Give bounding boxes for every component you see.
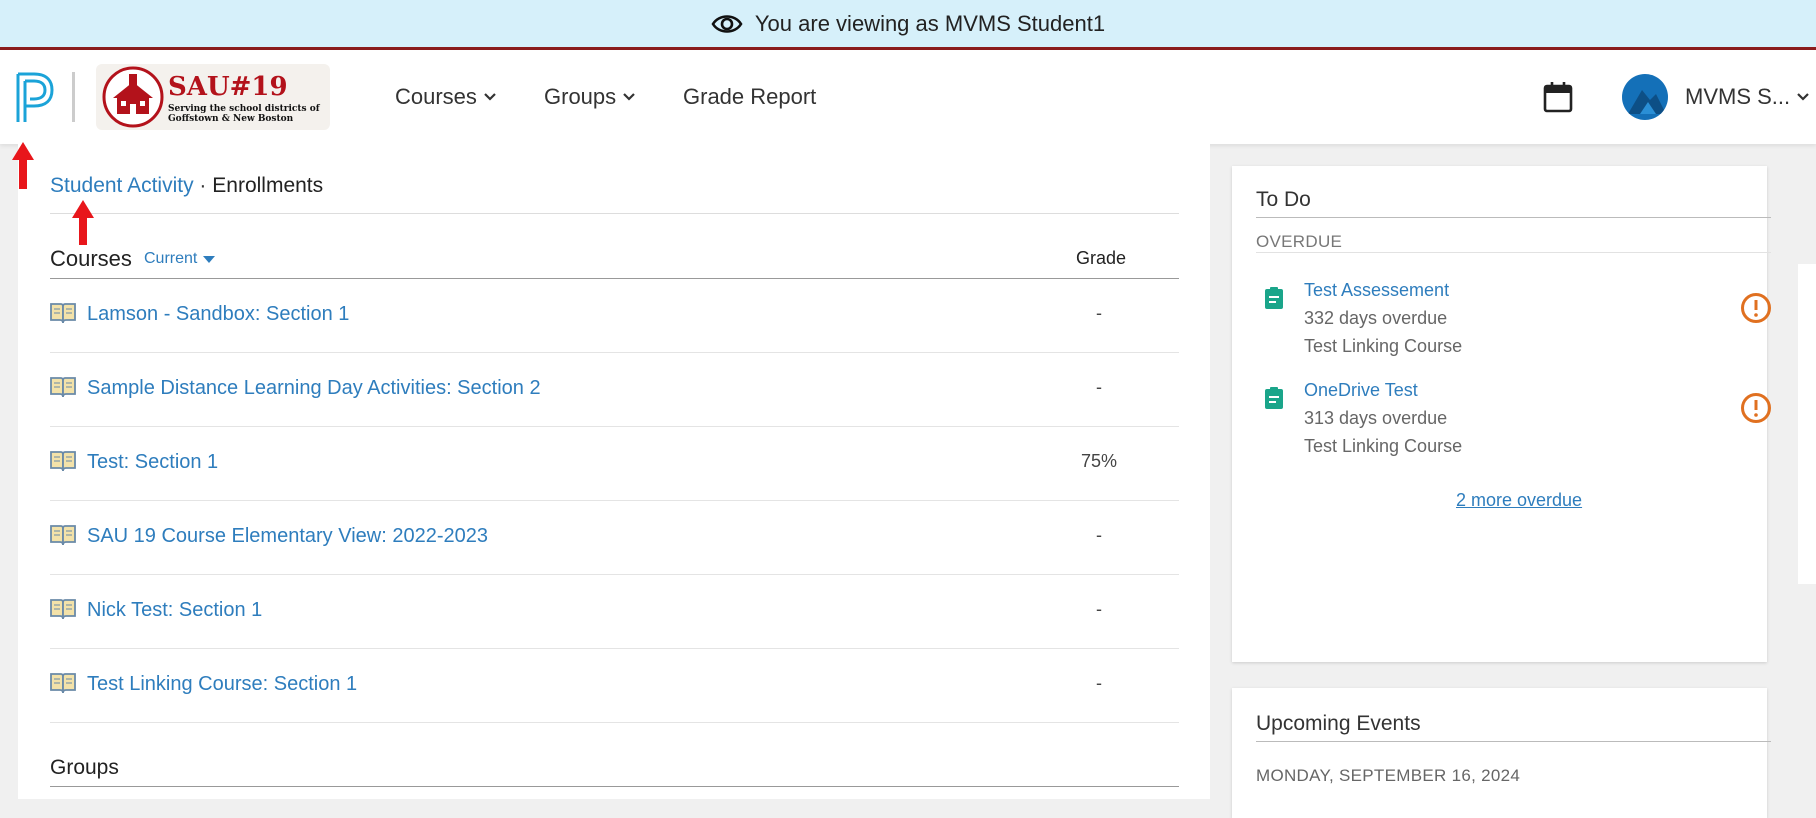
book-icon: [50, 525, 76, 546]
eye-icon: [711, 14, 743, 33]
nav-groups[interactable]: Groups: [544, 84, 636, 110]
logo-title: SAU#19: [168, 72, 288, 102]
breadcrumb-current: Enrollments: [212, 174, 324, 197]
book-icon: [50, 303, 76, 324]
chevron-down-icon: [484, 93, 496, 101]
breadcrumb-student-activity[interactable]: Student Activity: [50, 174, 194, 197]
upcoming-events-title: Upcoming Events: [1256, 712, 1421, 735]
event-date-label: MONDAY, SEPTEMBER 16, 2024: [1256, 766, 1521, 785]
schoolhouse-icon: [102, 66, 164, 128]
chevron-down-icon: [1797, 93, 1809, 101]
assignment-icon: [1265, 387, 1283, 409]
banner-text: You are viewing as MVMS Student1: [754, 10, 1106, 36]
alert-icon: [1741, 393, 1771, 423]
course-grade: -: [1096, 525, 1102, 545]
course-link[interactable]: Sample Distance Learning Day Activities:…: [87, 377, 541, 400]
avatar-image-icon: [1628, 90, 1666, 114]
top-header: SAU#19 Serving the school districts of G…: [0, 50, 1816, 144]
todo-item-due: 332 days overdue: [1304, 308, 1448, 328]
nav-courses-label: Courses: [395, 84, 477, 109]
todo-item: Test Assessement 332 days overdue Test L…: [1256, 280, 1776, 370]
breadcrumb: Student Activity · Enrollments: [50, 174, 323, 198]
course-row: Sample Distance Learning Day Activities:…: [50, 353, 1179, 427]
todo-panel: To Do OVERDUE Test Assessement 332 days …: [1232, 166, 1771, 662]
viewing-as-banner: You are viewing as MVMS Student1: [0, 0, 1816, 50]
chevron-down-icon: [623, 93, 635, 101]
todo-title: To Do: [1256, 188, 1311, 211]
user-name: MVMS S...: [1685, 84, 1791, 109]
course-row: Nick Test: Section 1 -: [50, 575, 1179, 649]
user-menu[interactable]: MVMS S...: [1685, 84, 1810, 110]
course-grade: -: [1096, 673, 1102, 693]
course-row: Test Linking Course: Section 1 -: [50, 649, 1179, 723]
groups-divider: [50, 786, 1179, 787]
todo-item-link[interactable]: OneDrive Test: [1304, 380, 1418, 401]
divider: [1256, 217, 1771, 218]
todo-item-course: Test Linking Course: [1304, 436, 1463, 456]
todo-item-link[interactable]: Test Assessement: [1304, 280, 1449, 301]
nav-courses[interactable]: Courses: [395, 84, 497, 110]
nav-grade-report-label: Grade Report: [683, 84, 817, 109]
course-row: Test: Section 1 75%: [50, 427, 1179, 501]
course-grade: -: [1096, 303, 1102, 323]
calendar-icon[interactable]: [1542, 80, 1574, 114]
course-link[interactable]: SAU 19 Course Elementary View: 2022-2023: [87, 525, 488, 548]
course-row: SAU 19 Course Elementary View: 2022-2023…: [50, 501, 1179, 575]
course-link[interactable]: Test Linking Course: Section 1: [87, 673, 357, 696]
breadcrumb-separator: ·: [199, 174, 207, 197]
divider: [1256, 741, 1771, 742]
course-link[interactable]: Lamson - Sandbox: Section 1: [87, 303, 349, 326]
caret-down-icon: [203, 255, 216, 263]
book-icon: [50, 599, 76, 620]
user-avatar[interactable]: [1622, 74, 1668, 120]
grade-column-header: Grade: [1076, 248, 1127, 268]
more-overdue-link[interactable]: 2 more overdue: [1456, 490, 1582, 511]
todo-item-course: Test Linking Course: [1304, 336, 1463, 356]
logo-divider: [72, 72, 75, 122]
main-content: Student Activity · Enrollments Courses C…: [18, 144, 1210, 799]
courses-filter-label: Current: [144, 250, 198, 267]
powerschool-logo-icon[interactable]: [14, 70, 58, 126]
courses-filter-dropdown[interactable]: Current: [144, 250, 216, 268]
nav-groups-label: Groups: [544, 84, 617, 109]
annotation-arrow-icon: [12, 142, 34, 189]
panel-edge: [1798, 264, 1816, 584]
book-icon: [50, 673, 76, 694]
alert-icon: [1741, 293, 1771, 323]
divider: [50, 213, 1179, 214]
nav-grade-report[interactable]: Grade Report: [683, 84, 816, 110]
courses-heading: Courses: [50, 246, 132, 271]
assignment-icon: [1265, 287, 1283, 309]
overdue-label: OVERDUE: [1256, 232, 1343, 251]
course-grade: -: [1096, 377, 1102, 397]
sau19-logo[interactable]: SAU#19 Serving the school districts of G…: [96, 64, 330, 130]
book-icon: [50, 451, 76, 472]
groups-heading: Groups: [50, 756, 119, 779]
todo-item-due: 313 days overdue: [1304, 408, 1448, 428]
logo-subtitle: Serving the school districts of Goffstow…: [168, 104, 320, 124]
divider: [1256, 252, 1771, 253]
course-link[interactable]: Nick Test: Section 1: [87, 599, 262, 622]
course-grade: -: [1096, 599, 1102, 619]
todo-item: OneDrive Test 313 days overdue Test Link…: [1256, 380, 1776, 470]
course-row: Lamson - Sandbox: Section 1 -: [50, 279, 1179, 353]
annotation-arrow-icon: [72, 200, 94, 245]
course-link[interactable]: Test: Section 1: [87, 451, 218, 474]
book-icon: [50, 377, 76, 398]
course-grade: 75%: [1080, 451, 1118, 471]
